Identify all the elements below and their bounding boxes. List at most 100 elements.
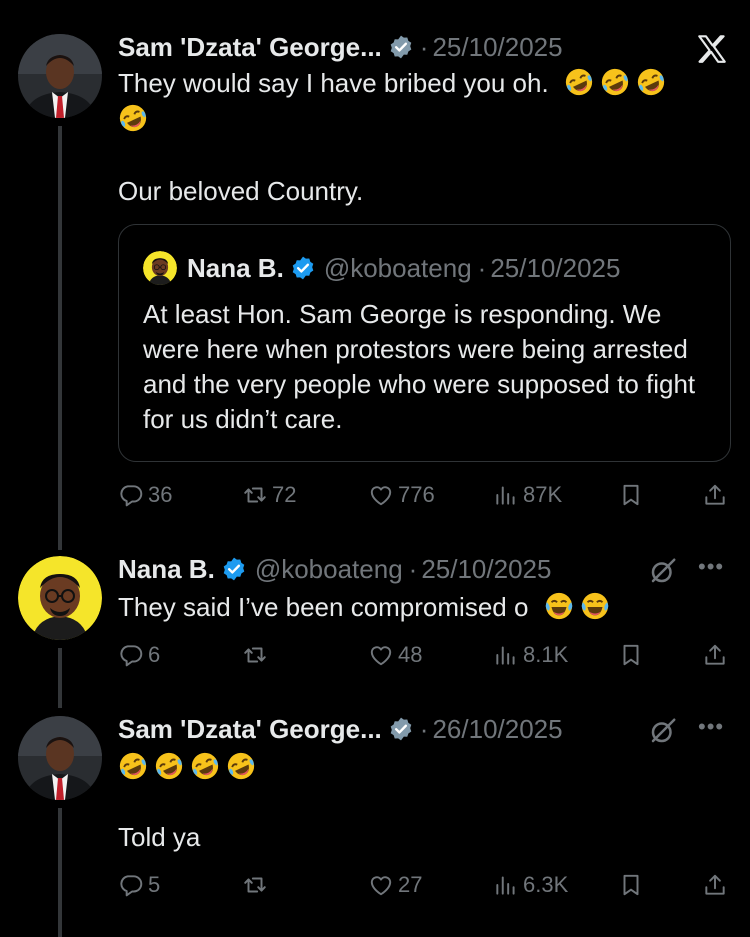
separator-dot: ·: [477, 252, 487, 283]
more-options-icon[interactable]: •••: [698, 554, 724, 580]
heart-icon: [368, 872, 394, 898]
like-button[interactable]: 48: [368, 642, 422, 668]
x-logo-icon: [698, 35, 726, 63]
rofl-emoji-icon: [118, 103, 148, 133]
rofl-emoji-icon: [118, 751, 148, 781]
bookmark-button[interactable]: [618, 872, 648, 898]
reply-icon: [118, 872, 144, 898]
separator-dot: ·: [408, 553, 418, 584]
bookmark-icon: [618, 482, 644, 508]
like-count: 776: [398, 482, 435, 507]
share-button[interactable]: [702, 872, 732, 898]
quote-text: At least Hon. Sam George is responding. …: [143, 299, 696, 434]
tweet-date[interactable]: 26/10/2025: [432, 714, 562, 745]
repost-icon: [242, 642, 268, 668]
bookmark-icon: [618, 642, 644, 668]
like-button[interactable]: 776: [368, 482, 435, 508]
repost-icon: [242, 872, 268, 898]
tweet-text: They said I’ve been compromised o: [118, 590, 616, 624]
views-icon: [493, 482, 519, 508]
author-name[interactable]: Sam 'Dzata' George...: [118, 714, 382, 745]
tweet-header: Sam 'Dzata' George... · 25/10/2025: [118, 30, 563, 64]
rofl-emoji-icon: [636, 67, 666, 97]
more-options-icon[interactable]: •••: [698, 714, 724, 740]
tweet-text-line1: They would say I have bribed you oh.: [118, 68, 549, 98]
reply-count: 36: [148, 482, 173, 507]
rofl-emoji-icon: [190, 751, 220, 781]
rofl-emoji-icon: [564, 67, 594, 97]
thread-line: [58, 648, 62, 708]
tweet-text: Told ya: [118, 822, 201, 852]
action-bar: 36 72 776 87K: [118, 482, 730, 512]
author-name[interactable]: Sam 'Dzata' George...: [118, 32, 382, 63]
tweet-3[interactable]: Sam 'Dzata' George... · 26/10/2025 ••• T…: [0, 712, 750, 937]
views-button[interactable]: 87K: [493, 482, 562, 508]
bookmark-icon: [618, 872, 644, 898]
share-icon: [702, 872, 728, 898]
bookmark-button[interactable]: [618, 642, 648, 668]
share-icon: [702, 482, 728, 508]
tweet-header: Nana B. @koboateng · 25/10/2025: [118, 552, 551, 586]
author-name[interactable]: Nana B.: [118, 554, 215, 585]
share-icon: [702, 642, 728, 668]
avatar[interactable]: [18, 556, 102, 640]
repost-button[interactable]: [242, 642, 272, 668]
tweet-1[interactable]: Sam 'Dzata' George... · 25/10/2025 They …: [0, 30, 750, 550]
reply-count: 6: [148, 642, 161, 667]
quote-header: Nana B. @koboateng · 25/10/2025: [143, 251, 620, 285]
quote-date: 25/10/2025: [490, 252, 621, 283]
tweet-emoji-line: [118, 750, 262, 784]
tweet-text-line2: [118, 102, 154, 136]
verified-badge-icon: [221, 556, 247, 582]
action-bar: 6 48 8.1K: [118, 642, 730, 672]
reply-button[interactable]: 36: [118, 482, 172, 508]
quoted-tweet[interactable]: Nana B. @koboateng · 25/10/2025 At least…: [118, 224, 731, 462]
rofl-emoji-icon: [226, 751, 256, 781]
quote-author-name: Nana B.: [187, 252, 284, 283]
like-button[interactable]: 27: [368, 872, 422, 898]
like-count: 48: [398, 642, 423, 667]
separator-dot: ·: [419, 31, 429, 62]
views-button[interactable]: 6.3K: [493, 872, 568, 898]
thread-line: [58, 808, 62, 937]
like-count: 27: [398, 872, 423, 897]
avatar[interactable]: [18, 716, 102, 800]
tweet-text-content: They said I’ve been compromised o: [118, 592, 529, 622]
tweet-text-line3: Our beloved Country.: [118, 176, 364, 206]
reply-button[interactable]: 6: [118, 642, 160, 668]
share-button[interactable]: [702, 642, 732, 668]
views-count: 8.1K: [523, 642, 569, 667]
tweet-text: They would say I have bribed you oh.: [118, 66, 672, 100]
thread-line: [58, 126, 62, 550]
repost-count: 72: [272, 482, 297, 507]
reply-icon: [118, 642, 144, 668]
tweet-2[interactable]: Nana B. @koboateng · 25/10/2025 ••• They…: [0, 552, 750, 708]
share-button[interactable]: [702, 482, 732, 508]
quote-author-handle: @koboateng: [323, 252, 472, 283]
repost-button[interactable]: [242, 872, 272, 898]
bookmark-button[interactable]: [618, 482, 648, 508]
reply-count: 5: [148, 872, 161, 897]
verified-badge-icon: [290, 255, 316, 281]
tweet-date[interactable]: 25/10/2025: [432, 32, 562, 63]
tears-of-joy-emoji-icon: [580, 591, 610, 621]
heart-icon: [368, 482, 394, 508]
verified-badge-icon: [388, 716, 414, 742]
views-button[interactable]: 8.1K: [493, 642, 568, 668]
verified-badge-icon: [388, 34, 414, 60]
avatar[interactable]: [18, 34, 102, 118]
rofl-emoji-icon: [600, 67, 630, 97]
views-count: 6.3K: [523, 872, 569, 897]
grok-icon[interactable]: [648, 556, 678, 586]
tweet-header: Sam 'Dzata' George... · 26/10/2025: [118, 712, 563, 746]
grok-icon[interactable]: [648, 716, 678, 746]
author-handle[interactable]: @koboateng: [255, 554, 403, 585]
repost-button[interactable]: 72: [242, 482, 296, 508]
quote-avatar: [143, 251, 177, 285]
tweet-date[interactable]: 25/10/2025: [421, 554, 551, 585]
reply-icon: [118, 482, 144, 508]
rofl-emoji-icon: [154, 751, 184, 781]
repost-icon: [242, 482, 268, 508]
tears-of-joy-emoji-icon: [544, 591, 574, 621]
reply-button[interactable]: 5: [118, 872, 160, 898]
